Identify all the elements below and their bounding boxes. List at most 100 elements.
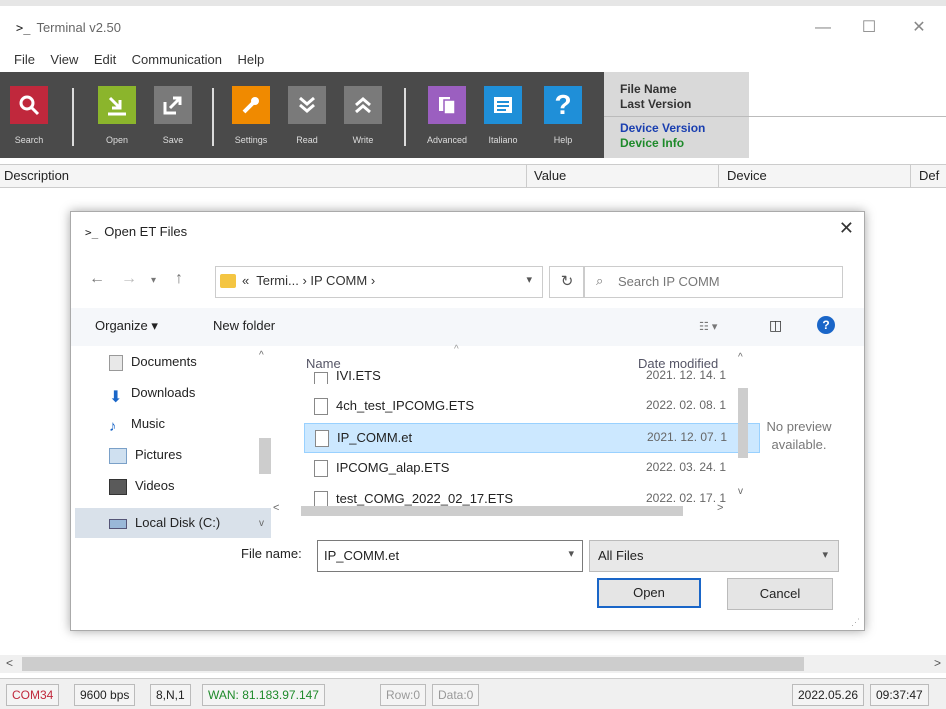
open-button[interactable]: Open (597, 578, 701, 608)
menu-view[interactable]: View (50, 52, 78, 67)
write-icon (344, 86, 382, 124)
column-default[interactable]: Def (919, 168, 939, 183)
scroll-thumb[interactable] (301, 506, 683, 516)
save-button[interactable]: Save (150, 78, 196, 154)
file-name-input[interactable]: IP_COMM.et ▾ (317, 540, 583, 572)
column-description[interactable]: Description (4, 168, 69, 183)
organize-button[interactable]: Organize ▾ (95, 318, 158, 334)
scroll-thumb[interactable] (259, 438, 271, 474)
close-button[interactable]: ✕ (904, 16, 934, 40)
scroll-thumb[interactable] (22, 657, 804, 671)
help-label: Help (553, 135, 573, 145)
toolbar-separator (72, 88, 74, 146)
advanced-icon (428, 86, 466, 124)
main-horizontal-scrollbar[interactable]: < > (0, 655, 946, 673)
status-time: 09:37:47 (870, 684, 929, 706)
scroll-right-icon[interactable]: > (934, 656, 941, 670)
write-button[interactable]: Write (340, 78, 386, 154)
file-item[interactable]: IPCOMG_alap.ETS 2022. 03. 24. 1 (304, 454, 758, 482)
view-options-icon[interactable]: ☷ ▾ (699, 320, 717, 333)
nav-item-videos[interactable]: Videos (109, 478, 175, 495)
file-name-label: File name: (241, 546, 302, 561)
dialog-command-bar: Organize ▾ New folder ☷ ▾ ◫ ? (71, 308, 864, 346)
help-button[interactable]: ? Help (540, 78, 586, 154)
read-button[interactable]: Read (284, 78, 330, 154)
column-divider (718, 164, 719, 188)
column-value[interactable]: Value (534, 168, 566, 183)
header-date[interactable]: Date modified (638, 356, 726, 371)
help-icon[interactable]: ? (817, 316, 835, 334)
scroll-left-icon[interactable]: < (273, 502, 279, 514)
maximize-button[interactable]: ☐ (854, 16, 884, 40)
up-arrow-icon[interactable]: ↑ (175, 270, 183, 288)
file-type-value: All Files (598, 548, 644, 563)
file-name: 4ch_test_IPCOMG.ETS (336, 398, 474, 413)
file-item-selected[interactable]: IP_COMM.et 2021. 12. 07. 1 (304, 423, 760, 453)
search-button[interactable]: Search (6, 78, 52, 154)
advanced-button[interactable]: Advanced (424, 78, 470, 154)
file-info-panel: File Name Last Version Device Version De… (604, 72, 749, 158)
file-item[interactable]: IVI.ETS 2021. 12. 14. 1 (304, 370, 758, 384)
chevron-down-icon[interactable]: ▾ (568, 547, 574, 560)
advanced-label: Advanced (426, 135, 468, 145)
search-icon (10, 86, 48, 124)
file-item[interactable]: 4ch_test_IPCOMG.ETS 2022. 02. 08. 1 (304, 392, 758, 420)
chevron-down-icon: ▾ (822, 549, 828, 561)
back-arrow-icon[interactable]: ← (89, 270, 105, 288)
dialog-close-button[interactable]: ✕ (839, 218, 854, 239)
terminal-icon: >_ (16, 21, 31, 35)
file-name-value: IP_COMM.et (324, 548, 400, 563)
nav-item-local-disk[interactable]: Local Disk (C:) (109, 515, 220, 530)
save-icon (154, 86, 192, 124)
address-bar[interactable]: « Termi... › IP COMM › ▾ (215, 266, 543, 298)
nav-label: Documents (131, 354, 197, 369)
file-horizontal-scrollbar[interactable]: < > (257, 502, 727, 520)
menu-help[interactable]: Help (237, 52, 264, 67)
nav-item-pictures[interactable]: Pictures (109, 447, 182, 464)
scroll-up-icon[interactable]: ^ (259, 350, 264, 361)
nav-item-documents[interactable]: Documents (109, 354, 197, 371)
settings-button[interactable]: Settings (228, 78, 274, 154)
file-type-select[interactable]: All Files ▾ (589, 540, 839, 572)
header-name[interactable]: Name (306, 356, 341, 371)
cancel-button[interactable]: Cancel (727, 578, 833, 610)
write-label: Write (352, 135, 374, 145)
menu-communication[interactable]: Communication (132, 52, 222, 67)
dialog-title-text: Open ET Files (104, 224, 188, 239)
scroll-up-icon[interactable]: ^ (738, 352, 743, 363)
menu-file[interactable]: File (14, 52, 35, 67)
preview-pane-icon[interactable]: ◫ (769, 317, 782, 334)
menu-edit[interactable]: Edit (94, 52, 116, 67)
file-icon (314, 398, 328, 415)
forward-arrow-icon[interactable]: → (121, 270, 137, 288)
column-device[interactable]: Device (727, 168, 767, 183)
search-input[interactable]: ⌕ Search IP COMM (583, 266, 843, 298)
status-frame: 8,N,1 (150, 684, 191, 706)
file-date: 2022. 03. 24. 1 (646, 460, 727, 474)
device-version-info: Device Version (620, 121, 706, 135)
chevron-down-icon[interactable]: ▾ (526, 273, 532, 286)
scroll-right-icon[interactable]: > (717, 502, 723, 514)
status-data: Data:0 (432, 684, 480, 706)
open-button[interactable]: Open (94, 78, 140, 154)
scroll-down-icon[interactable]: v (738, 486, 743, 497)
recent-dropdown-icon[interactable]: ▾ (151, 275, 156, 286)
dialog-nav-bar: ← → ▾ ↑ « Termi... › IP COMM › ▾ ↻ ⌕ Sea… (71, 260, 864, 300)
language-button[interactable]: Italiano (480, 78, 526, 154)
new-folder-button[interactable]: New folder (213, 318, 275, 333)
dialog-title: >_ Open ET Files (85, 224, 187, 239)
file-icon (314, 372, 328, 384)
minimize-button[interactable]: — (808, 16, 838, 40)
resize-grip-icon[interactable]: ⋰ (851, 617, 860, 628)
refresh-button[interactable]: ↻ (549, 266, 585, 298)
info-divider (604, 116, 946, 117)
status-date: 2022.05.26 (792, 684, 865, 706)
sort-indicator-icon: ^ (454, 344, 459, 355)
documents-icon (109, 354, 123, 371)
scroll-thumb[interactable] (738, 388, 748, 458)
read-label: Read (296, 135, 318, 145)
nav-item-music[interactable]: ♪ Music (109, 416, 165, 435)
nav-item-downloads[interactable]: ⬇ Downloads (109, 385, 195, 406)
scroll-left-icon[interactable]: < (6, 656, 13, 670)
file-name-info: File Name (620, 82, 677, 96)
